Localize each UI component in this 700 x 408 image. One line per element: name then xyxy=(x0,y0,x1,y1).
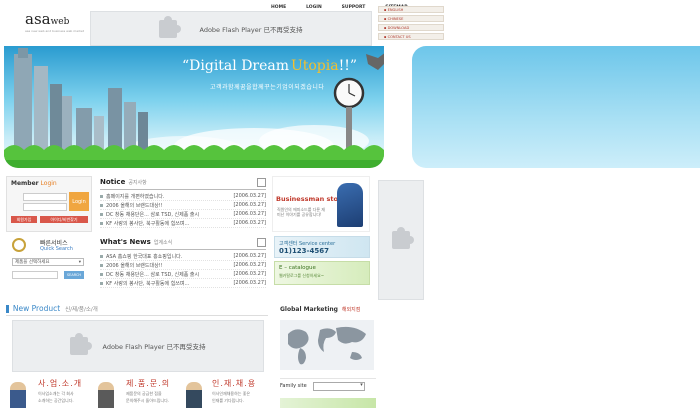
new-product-header: New Product 신/제/품/소/개 xyxy=(6,304,268,316)
nav-login[interactable]: LOGIN xyxy=(306,5,322,10)
quick-search-subtitle: Quick Search xyxy=(40,246,73,252)
new-product-marker xyxy=(6,304,9,313)
category-business[interactable]: 사.업.소.개 이사업소개는 각 회사 소개하는 공간입니다. xyxy=(8,376,94,408)
right-sky-band xyxy=(412,46,700,168)
quick-search-input[interactable] xyxy=(12,271,58,279)
notice-subtitle: 공지사항 xyxy=(128,180,147,186)
world-map-icon xyxy=(280,320,374,370)
chevron-down-icon: ▾ xyxy=(78,260,81,265)
side-flash-placeholder xyxy=(378,180,424,300)
hero-headline: “Digital Dream Utopia!!” xyxy=(182,58,357,74)
new-product-subtitle: 신/제/품/소/개 xyxy=(65,306,98,313)
hero-headline-end: !!” xyxy=(338,58,358,74)
category-product-desc1: 제품문의 궁금한 점을 xyxy=(126,391,162,396)
catalogue-desc: 웹카탈로그를 신청하세요~ xyxy=(279,273,325,278)
username-input[interactable] xyxy=(23,193,67,201)
notice-title: Notice xyxy=(100,178,126,186)
jumping-man-icon xyxy=(186,382,202,408)
hero-korean-text: 고객과함께꿈을합께꾸는기업이되겠습니다 xyxy=(210,84,325,91)
whats-news-more-icon[interactable] xyxy=(257,238,266,247)
plugin-icon xyxy=(159,15,182,38)
list-item[interactable]: 홈페이지를 개편하였습니다. [2006.03.27] xyxy=(100,192,266,201)
businessman-icon xyxy=(10,382,26,408)
businesswoman-icon xyxy=(98,382,114,408)
magnifier-icon xyxy=(12,238,26,252)
product-select[interactable]: 제품을 선택하세요 ▾ xyxy=(12,258,84,266)
quick-search-button[interactable]: SEARCH xyxy=(64,271,84,279)
quick-search: 빠른서비스 Quick Search 제품을 선택하세요 ▾ SEARCH xyxy=(8,236,90,284)
family-site: Family site ▾ xyxy=(280,378,376,393)
service-center-banner[interactable]: 고객센터 Service center 01)123-4567 xyxy=(274,236,370,258)
category-recruit-title: 인.재.채.용 xyxy=(212,379,257,388)
login-box: Member Login Login 회원가입 아이디/비번찾기 xyxy=(6,176,92,232)
notice-more-icon[interactable] xyxy=(257,178,266,187)
category-product[interactable]: 제.품.문.의 제품문의 궁금한 점을 문의해주시 돌아드립니다. xyxy=(96,376,182,408)
login-button[interactable]: Login xyxy=(69,192,89,211)
catalogue-title: E – catalogue xyxy=(279,265,316,271)
global-marketing: Global Marketing 해외지점 xyxy=(280,306,376,374)
family-site-select[interactable]: ▾ xyxy=(312,381,365,391)
family-site-label: Family site xyxy=(280,383,307,389)
whats-news-title: What's News xyxy=(100,238,151,246)
recycle-banner[interactable] xyxy=(280,398,376,408)
new-product-title: New Product xyxy=(12,304,61,313)
business-title: Businessman story xyxy=(276,195,346,203)
new-product-flash: Adobe Flash Player 已不再受支持 xyxy=(12,320,264,372)
service-phone: 01)123-4567 xyxy=(279,247,329,255)
businessman-illustration-icon xyxy=(337,183,363,227)
category-business-desc2: 소개하는 공간입니다. xyxy=(38,398,74,403)
nav-support[interactable]: SUPPORT xyxy=(342,5,366,10)
nav-home[interactable]: HOME xyxy=(271,5,286,10)
plugin-icon xyxy=(392,227,414,249)
product-select-value: 제품을 선택하세요 xyxy=(15,260,50,265)
hero-banner: “Digital Dream Utopia!!” 고객과함께꿈을합께꾸는기업이되… xyxy=(4,46,384,168)
category-product-title: 제.품.문.의 xyxy=(126,379,171,388)
login-title: Member Login xyxy=(11,180,57,187)
category-product-desc2: 문의해주시 돌아드립니다. xyxy=(126,398,170,403)
category-recruit-desc1: 이사인재채용하는 좋은 xyxy=(212,391,251,396)
list-item[interactable]: KF 사랑의 봉사단, 북구활동에 힘쓰며... [2006.03.27] xyxy=(100,219,266,228)
category-business-desc1: 이사업소개는 각 회사 xyxy=(38,391,74,396)
logo-main: asa xyxy=(25,10,51,28)
global-subtitle: 해외지점 xyxy=(341,307,361,313)
login-title-accent: Login xyxy=(40,180,57,187)
side-nav-download[interactable]: ▪ DOWNLOAD xyxy=(378,24,444,31)
list-item[interactable]: DC 창동 채용단은... 삼로 TSD, 신제품 출시 [2006.03.27] xyxy=(100,210,266,219)
logo-tagline: asa new web and business web market xyxy=(25,29,84,33)
notice-section: Notice 공지사항 홈페이지를 개편하였습니다. [2006.03.27] 20… xyxy=(100,178,266,228)
plugin-icon xyxy=(70,333,93,355)
list-item[interactable]: 2006 올해의 브랜드대상!! [2006.03.27] xyxy=(100,201,266,210)
service-title: 고객센터 Service center xyxy=(279,241,336,247)
join-button[interactable]: 회원가입 xyxy=(11,216,37,223)
list-item[interactable]: ASA 홈쇼핑 한국대표 홍쇼핑입니다. [2006.03.27] xyxy=(100,252,266,261)
business-desc: 직원인의 에피소드를 다룬 재미난 이야기를 공유합니다! xyxy=(277,207,325,217)
logo-suffix: web xyxy=(50,17,70,27)
find-account-button[interactable]: 아이디/비번찾기 xyxy=(40,216,88,223)
category-recruit-desc2: 인재를 기다립니다. xyxy=(212,398,244,403)
hero-headline-text: “Digital Dream xyxy=(182,58,290,74)
chevron-down-icon: ▾ xyxy=(360,381,363,388)
category-business-title: 사.업.소.개 xyxy=(38,379,83,388)
list-item[interactable]: KF 사랑의 봉사단, 북구활동에 힘쓰며... [2006.03.27] xyxy=(100,279,266,288)
side-nav-english[interactable]: ▪ ENGLISH xyxy=(378,6,444,13)
side-nav-contact[interactable]: ▪ CONTACT US xyxy=(378,33,444,40)
side-nav: ▪ ENGLISH ▪ CHINESE ▪ DOWNLOAD ▪ CONTACT… xyxy=(378,6,444,42)
catalogue-banner[interactable]: E – catalogue 웹카탈로그를 신청하세요~ xyxy=(274,261,370,285)
whats-news-subtitle: 업계소식 xyxy=(153,240,173,246)
flash-message: Adobe Flash Player 已不再受支持 xyxy=(199,25,303,34)
side-nav-chinese[interactable]: ▪ CHINESE xyxy=(378,15,444,22)
category-recruit[interactable]: 인.재.채.용 이사인재채용하는 좋은 인재를 기다립니다. xyxy=(184,376,270,408)
new-product-flash-message: Adobe Flash Player 已不再受支持 xyxy=(102,343,206,351)
list-item[interactable]: DC 창동 채용단은... 삼로 TSD, 신제품 출시 [2006.03.27] xyxy=(100,270,266,279)
password-input[interactable] xyxy=(23,203,67,211)
top-flash-placeholder: Adobe Flash Player 已不再受支持 xyxy=(90,11,372,46)
login-title-prefix: Member xyxy=(11,180,39,187)
hero-headline-accent: Utopia xyxy=(290,58,339,74)
whats-news-section: What's News 업계소식 ASA 홈쇼핑 한국대표 홍쇼핑입니다. [200… xyxy=(100,238,266,288)
logo[interactable]: asaweb asa new web and business web mark… xyxy=(25,10,84,33)
global-title: Global Marketing xyxy=(280,306,338,313)
list-item[interactable]: 2006 올해의 브랜드대상!! [2006.03.27] xyxy=(100,261,266,270)
businessman-story-banner[interactable]: Businessman story 직원인의 에피소드를 다룬 재미난 이야기를… xyxy=(272,176,370,232)
